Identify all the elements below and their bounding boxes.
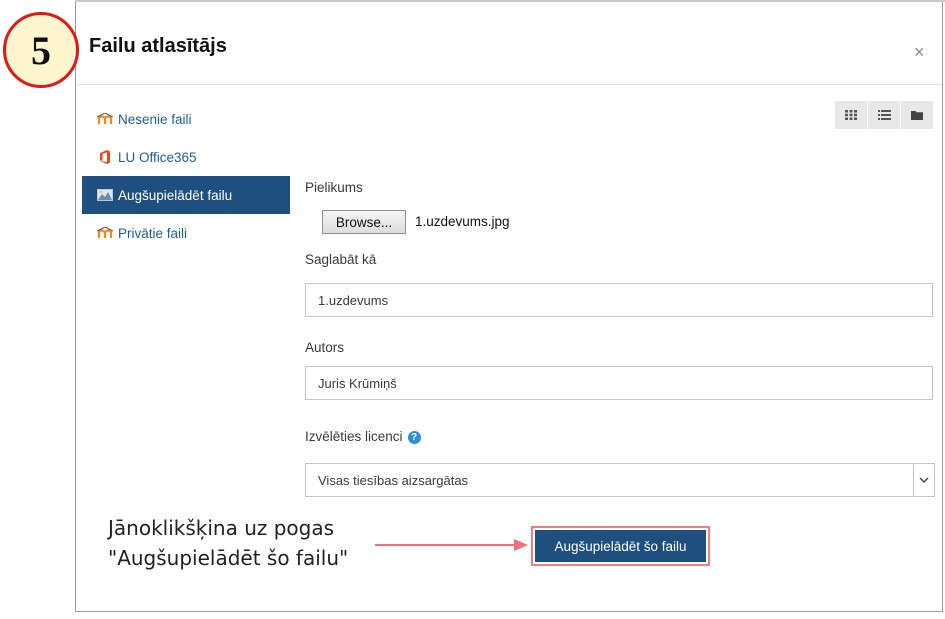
dialog-title: Failu atlasītājs	[89, 35, 227, 57]
nav-item-label: LU Office365	[118, 149, 197, 165]
annotation-line-2: "Augšupielādēt šo failu"	[108, 546, 349, 570]
list-view-icon[interactable]	[868, 101, 900, 129]
help-icon[interactable]: ?	[407, 430, 421, 444]
nav-item-upload-file[interactable]: Augšupielādēt failu	[82, 176, 290, 214]
repository-nav: Nesenie faili LU Office365 Augšupielādēt…	[82, 100, 290, 252]
nav-item-label: Nesenie faili	[118, 111, 192, 127]
license-label: Izvēlēties licenci	[305, 429, 403, 444]
grid-view-icon[interactable]	[835, 101, 867, 129]
author-label: Autors	[305, 340, 345, 355]
nav-item-office365[interactable]: LU Office365	[82, 138, 290, 176]
header-divider	[76, 84, 942, 85]
upload-icon	[96, 188, 114, 202]
save-as-input[interactable]: 1.uzdevums	[305, 283, 933, 317]
close-icon[interactable]: ×	[914, 43, 925, 61]
folder-view-icon[interactable]	[901, 101, 933, 129]
license-value: Visas tiesības aizsargātas	[318, 472, 469, 488]
annotation-line-1: Jānoklikšķina uz pogas	[108, 516, 335, 540]
attachment-label: Pielikums	[305, 180, 363, 195]
selected-file-name: 1.uzdevums.jpg	[415, 214, 510, 229]
author-input[interactable]: Juris Krūmiņš	[305, 366, 933, 400]
moodle-icon	[96, 226, 114, 240]
nav-item-label: Augšupielādēt failu	[118, 187, 233, 203]
save-as-value: 1.uzdevums	[318, 292, 389, 308]
annotation-arrow	[375, 544, 515, 546]
upload-file-button[interactable]: Augšupielādēt šo failu	[535, 530, 706, 562]
step-badge: 5	[3, 12, 79, 88]
nav-item-private-files[interactable]: Privātie faili	[82, 214, 290, 252]
license-select[interactable]: Visas tiesības aizsargātas	[305, 463, 935, 497]
instruction-annotation: Jānoklikšķina uz pogas "Augšupielādēt šo…	[108, 513, 348, 573]
arrow-head-icon	[514, 539, 528, 551]
save-as-label: Saglabāt kā	[305, 252, 377, 267]
browse-button[interactable]: Browse...	[322, 210, 406, 234]
moodle-icon	[96, 112, 114, 126]
author-value: Juris Krūmiņš	[318, 375, 397, 391]
nav-item-label: Privātie faili	[118, 225, 188, 241]
office365-icon	[96, 150, 114, 164]
view-switcher	[835, 101, 933, 129]
nav-item-recent-files[interactable]: Nesenie faili	[82, 100, 290, 138]
license-label-row: Izvēlēties licenci?	[305, 429, 421, 444]
upload-button-highlight: Augšupielādēt šo failu	[531, 526, 710, 566]
chevron-down-icon	[913, 464, 934, 496]
